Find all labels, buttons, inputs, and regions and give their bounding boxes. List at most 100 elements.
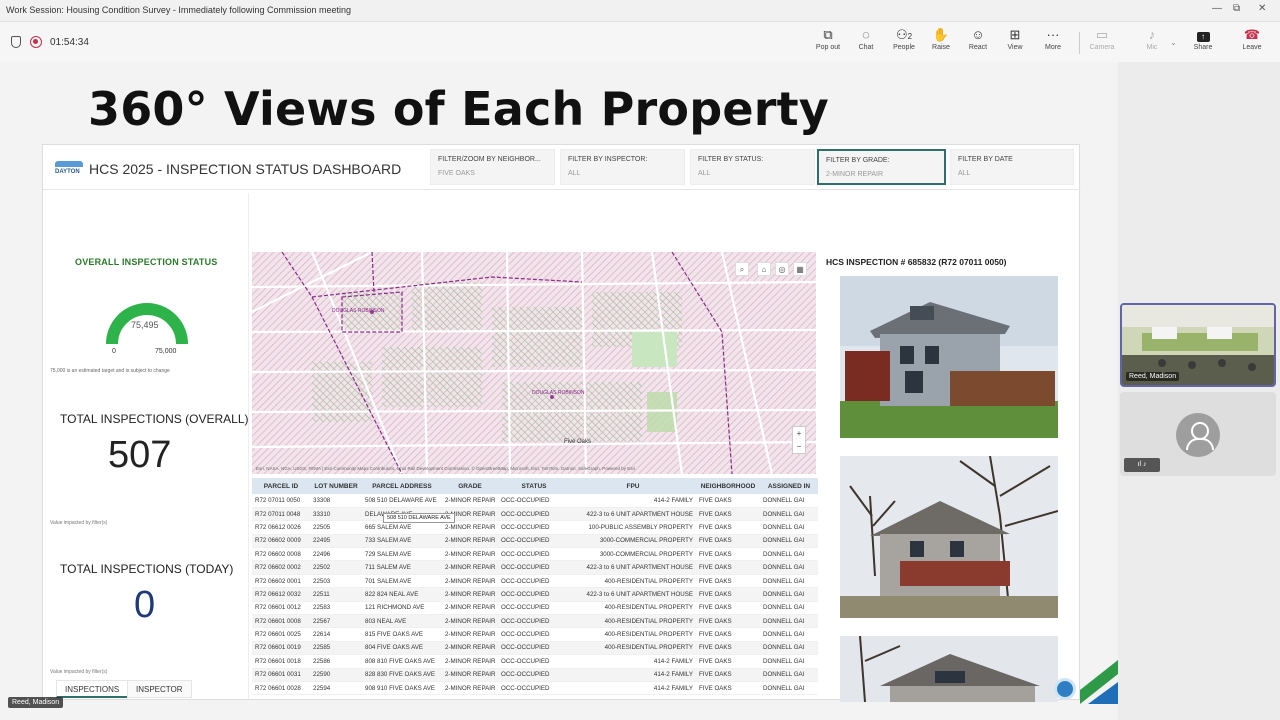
locate-icon[interactable]: ◎	[775, 262, 789, 276]
parcel-map[interactable]: DOUGLAS ROBINSON DOUGLAS ROBINSON Five O…	[252, 252, 816, 474]
table-cell: R72 06601 0012	[252, 601, 310, 616]
table-cell: FIVE OAKS	[696, 520, 760, 535]
table-cell: 2-MINOR REPAIR	[442, 547, 498, 562]
people-button[interactable]: ⚇2 People	[886, 26, 922, 60]
table-cell: 2-MINOR REPAIR	[442, 494, 498, 508]
table-row[interactable]: R72 06602 0002 22502 711 SALEM AVE 2-MINOR …	[252, 560, 818, 575]
column-header[interactable]: GRADE	[442, 478, 498, 494]
tab-inspector[interactable]: INSPECTOR	[127, 680, 192, 698]
column-header[interactable]: FPU	[570, 478, 696, 494]
table-cell: OCC-OCCUPIED	[498, 601, 570, 616]
column-header[interactable]: STATUS	[498, 478, 570, 494]
filter-date[interactable]: FILTER BY DATE ALL	[950, 149, 1074, 185]
inspections-table[interactable]: PARCEL ID LOT NUMBER PARCEL ADDRESS GRADE ST…	[252, 478, 818, 700]
zoom-in-button[interactable]: +	[793, 427, 805, 440]
chevron-down-icon[interactable]: ⌄	[1170, 38, 1177, 47]
filter-value: FIVE OAKS	[438, 170, 475, 177]
filter-neighborhood[interactable]: FILTER/ZOOM BY NEIGHBOR... FIVE OAKS	[430, 149, 555, 185]
property-photo[interactable]	[840, 276, 1058, 438]
table-cell: R72 06602 0008	[252, 547, 310, 562]
more-button[interactable]: ··· More	[1035, 26, 1071, 60]
table-cell: DONNELL GAI	[760, 574, 818, 589]
table-cell: R72 07011 0048	[252, 507, 310, 522]
home-icon[interactable]: ⌂	[757, 262, 771, 276]
view-button[interactable]: ⊞ View	[997, 26, 1033, 60]
column-header[interactable]: PARCEL ID	[252, 478, 310, 494]
map-attribution: Esri, NASA, NGA, USGS, FEMA | Esri Commu…	[256, 466, 636, 471]
column-header[interactable]: ASSIGNED IN	[760, 478, 818, 494]
filter-status[interactable]: FILTER BY STATUS: ALL	[690, 149, 815, 185]
filter-inspector[interactable]: FILTER BY INSPECTOR: ALL	[560, 149, 685, 185]
table-row[interactable]: R72 06601 0008 22567 803 NEAL AVE 2-MINOR R…	[252, 614, 818, 629]
table-cell: R72 06601 0031	[252, 668, 310, 682]
recording-icon	[30, 36, 42, 48]
table-row[interactable]: R72 07011 0050 33308 508 510 DELAWARE AVE 2…	[252, 494, 818, 508]
property-photo[interactable]	[840, 636, 1058, 702]
table-cell: FIVE OAKS	[696, 601, 760, 616]
table-row[interactable]: R72 06602 0009 22495 733 SALEM AVE 2-MINOR …	[252, 534, 818, 549]
table-cell: 2-MINOR REPAIR	[442, 560, 498, 575]
share-icon: ↑	[1196, 32, 1210, 42]
participant-video-tile[interactable]: Reed, Madison	[1120, 303, 1276, 387]
table-cell: OCC-OCCUPIED	[498, 627, 570, 642]
basemap-icon[interactable]: ▦	[793, 262, 807, 276]
table-cell: 400-RESIDENTIAL PROPERTY	[570, 614, 696, 629]
table-cell: FIVE OAKS	[696, 560, 760, 575]
table-cell: DONNELL GAI	[760, 654, 818, 669]
table-cell: 2-MINOR REPAIR	[442, 534, 498, 549]
leave-button[interactable]: ☎ Leave	[1234, 26, 1270, 60]
table-cell: OCC-OCCUPIED	[498, 641, 570, 656]
table-row[interactable]: R72 06601 0019 22585 804 FIVE OAKS AVE 2-MI…	[252, 641, 818, 656]
table-cell: DONNELL GAI	[760, 534, 818, 549]
table-row[interactable]: R72 06601 0028 22594 908 910 FIVE OAKS AVE…	[252, 681, 818, 696]
view-icon: ⊞	[1009, 27, 1021, 42]
share-button[interactable]: ↑ Share	[1185, 26, 1221, 60]
table-row[interactable]: R72 06612 0026 22505 665 SALEM AVE 2-MINOR …	[252, 520, 818, 535]
table-cell: 815 FIVE OAKS AVE	[362, 627, 442, 642]
search-icon[interactable]: ⌕	[735, 262, 749, 276]
mic-button[interactable]: ♪ Mic	[1134, 26, 1170, 60]
table-row[interactable]: R72 06601 0031 22590 828 830 FIVE OAKS AVE…	[252, 668, 818, 682]
shield-icon	[11, 36, 21, 48]
raise-hand-button[interactable]: ✋ Raise	[923, 26, 959, 60]
table-row[interactable]: R72 06612 0032 22511 822 824 NEAL AVE 2-MIN…	[252, 587, 818, 602]
column-header[interactable]: NEIGHBORHOOD	[696, 478, 760, 494]
chat-button[interactable]: ◌ Chat	[848, 26, 884, 60]
close-icon[interactable]: ✕	[1258, 3, 1266, 14]
column-header[interactable]: LOT NUMBER	[310, 478, 362, 494]
camera-button[interactable]: ▭ Camera	[1084, 26, 1120, 60]
filter-grade[interactable]: FILTER BY GRADE: 2-MINOR REPAIR	[817, 149, 946, 185]
pop-out-icon: ⧉	[823, 27, 833, 42]
total-overall-value: 507	[108, 434, 172, 476]
zoom-out-button[interactable]: −	[793, 440, 805, 453]
react-button[interactable]: ☺ React	[960, 26, 996, 60]
table-cell: FIVE OAKS	[696, 668, 760, 682]
table-cell: 803 NEAL AVE	[362, 614, 442, 629]
table-row[interactable]: R72 06601 0012 22583 121 RICHMOND AVE 2-MIN…	[252, 601, 818, 616]
people-count: 2	[907, 32, 913, 41]
address-tooltip: 508 510 DELAWARE AVE	[383, 513, 455, 523]
table-row[interactable]: R72 06601 0025 22614 815 FIVE OAKS AVE 2-MI…	[252, 627, 818, 642]
table-cell: 2-MINOR REPAIR	[442, 601, 498, 616]
tab-inspections[interactable]: INSPECTIONS	[56, 680, 129, 698]
chat-icon: ◌	[862, 27, 870, 42]
table-body: R72 07011 0050 33308 508 510 DELAWARE AVE 2…	[252, 494, 818, 696]
self-name-label: Reed, Madison	[8, 697, 64, 708]
table-cell: FIVE OAKS	[696, 534, 760, 549]
refresh-icon[interactable]	[1054, 678, 1076, 700]
camera-label: Camera	[1089, 44, 1115, 51]
table-row[interactable]: R72 06602 0008 22496 729 SALEM AVE 2-MINOR …	[252, 547, 818, 562]
restore-icon[interactable]: ⧉	[1233, 3, 1240, 14]
property-photo[interactable]	[840, 456, 1058, 618]
column-header[interactable]: PARCEL ADDRESS	[362, 478, 442, 494]
table-cell: 2-MINOR REPAIR	[442, 614, 498, 629]
table-cell: 22567	[310, 614, 362, 629]
table-row[interactable]: R72 07011 004833310DELAWARE AVE2-MINOR R…	[252, 507, 818, 522]
pop-out-button[interactable]: ⧉ Pop out	[810, 26, 846, 60]
table-cell: FIVE OAKS	[696, 547, 760, 562]
minimize-icon[interactable]: —	[1212, 3, 1222, 14]
table-cell: R72 07011 0050	[252, 494, 310, 508]
table-row[interactable]: R72 06601 0018 22586 808 810 FIVE OAKS AVE…	[252, 654, 818, 669]
map-canvas	[252, 252, 816, 474]
table-row[interactable]: R72 06602 0001 22503 701 SALEM AVE 2-MINOR …	[252, 574, 818, 589]
